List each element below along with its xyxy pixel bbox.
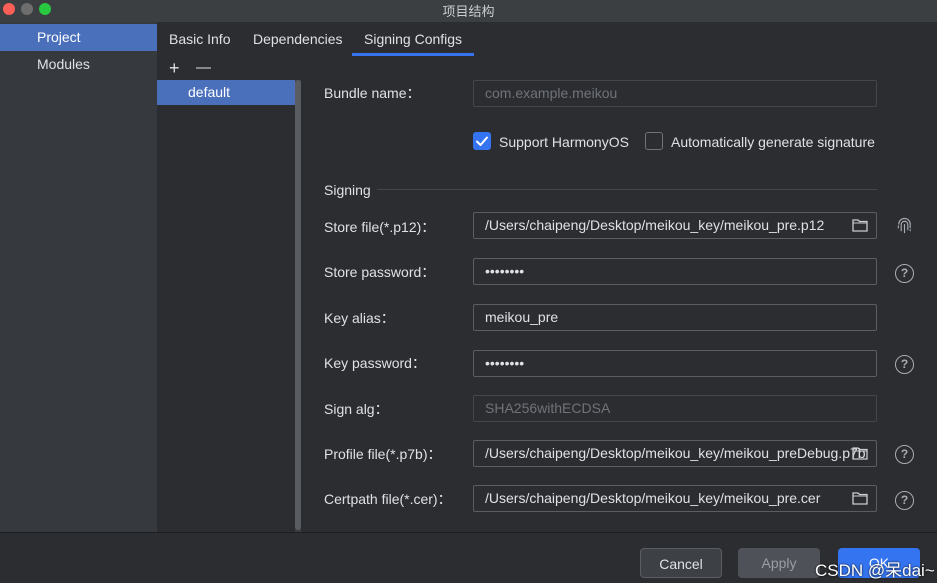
key-alias-field[interactable]: meikou_pre [473, 304, 877, 331]
support-harmonyos-label: Support HarmonyOS [499, 134, 629, 150]
support-harmonyos-checkbox[interactable] [473, 132, 491, 150]
config-list-toolbar: + — [157, 56, 303, 80]
sign-alg-field: SHA256withECDSA [473, 395, 877, 422]
certpath-file-help-icon[interactable]: ? [895, 491, 914, 510]
tab-bar: Basic Info Dependencies Signing Configs [157, 22, 937, 56]
apply-button[interactable]: Apply [738, 548, 820, 578]
folder-icon[interactable] [852, 491, 868, 505]
folder-icon[interactable] [852, 218, 868, 232]
store-file-value: /Users/chaipeng/Desktop/meikou_key/meiko… [485, 217, 825, 233]
tab-dependencies[interactable]: Dependencies [241, 22, 355, 56]
profile-file-field[interactable]: /Users/chaipeng/Desktop/meikou_key/meiko… [473, 440, 877, 467]
store-file-label: Store file(*.p12)： [324, 219, 436, 235]
config-list-scrollbar[interactable] [295, 80, 301, 530]
window-title: 项目结构 [442, 4, 495, 19]
certpath-file-value: /Users/chaipeng/Desktop/meikou_key/meiko… [485, 490, 821, 506]
auto-generate-signature-label: Automatically generate signature [671, 134, 875, 150]
certpath-file-field[interactable]: /Users/chaipeng/Desktop/meikou_key/meiko… [473, 485, 877, 512]
key-password-help-icon[interactable]: ? [895, 355, 914, 374]
checkmark-icon [476, 136, 488, 146]
nav-item-project[interactable]: Project [0, 24, 157, 51]
signing-config-list: default [157, 80, 303, 532]
certpath-file-label: Certpath file(*.cer)： [324, 491, 452, 507]
tab-signing-configs[interactable]: Signing Configs [352, 22, 475, 56]
signing-section-divider [377, 189, 877, 190]
store-file-field[interactable]: /Users/chaipeng/Desktop/meikou_key/meiko… [473, 212, 877, 239]
title-bar: 项目结构 [0, 0, 937, 22]
nav-item-modules[interactable]: Modules [0, 51, 157, 78]
store-password-label: Store password： [324, 264, 436, 280]
bundle-name-field[interactable]: com.example.meikou [473, 80, 877, 107]
profile-file-value: /Users/chaipeng/Desktop/meikou_key/meiko… [485, 445, 866, 461]
cancel-button[interactable]: Cancel [640, 548, 722, 578]
key-password-field[interactable]: •••••••• [473, 350, 877, 377]
fingerprint-icon[interactable] [895, 216, 914, 236]
project-structure-nav: Project Modules [0, 22, 157, 532]
store-password-help-icon[interactable]: ? [895, 264, 914, 283]
store-password-field[interactable]: •••••••• [473, 258, 877, 285]
auto-generate-signature-checkbox[interactable] [645, 132, 663, 150]
sign-alg-label: Sign alg： [324, 401, 389, 417]
signing-section-title: Signing [324, 182, 371, 198]
profile-file-label: Profile file(*.p7b)： [324, 446, 442, 462]
bundle-name-label: Bundle name： [324, 85, 421, 101]
csdn-watermark: CSDN @呆dai~ [815, 561, 935, 580]
key-alias-label: Key alias： [324, 310, 395, 326]
tab-basic-info[interactable]: Basic Info [157, 22, 242, 56]
add-config-button[interactable]: + [169, 57, 180, 79]
remove-config-button[interactable]: — [196, 57, 211, 79]
key-password-label: Key password： [324, 355, 426, 371]
profile-file-help-icon[interactable]: ? [895, 445, 914, 464]
config-item-default[interactable]: default [157, 80, 295, 105]
folder-icon[interactable] [852, 446, 868, 460]
